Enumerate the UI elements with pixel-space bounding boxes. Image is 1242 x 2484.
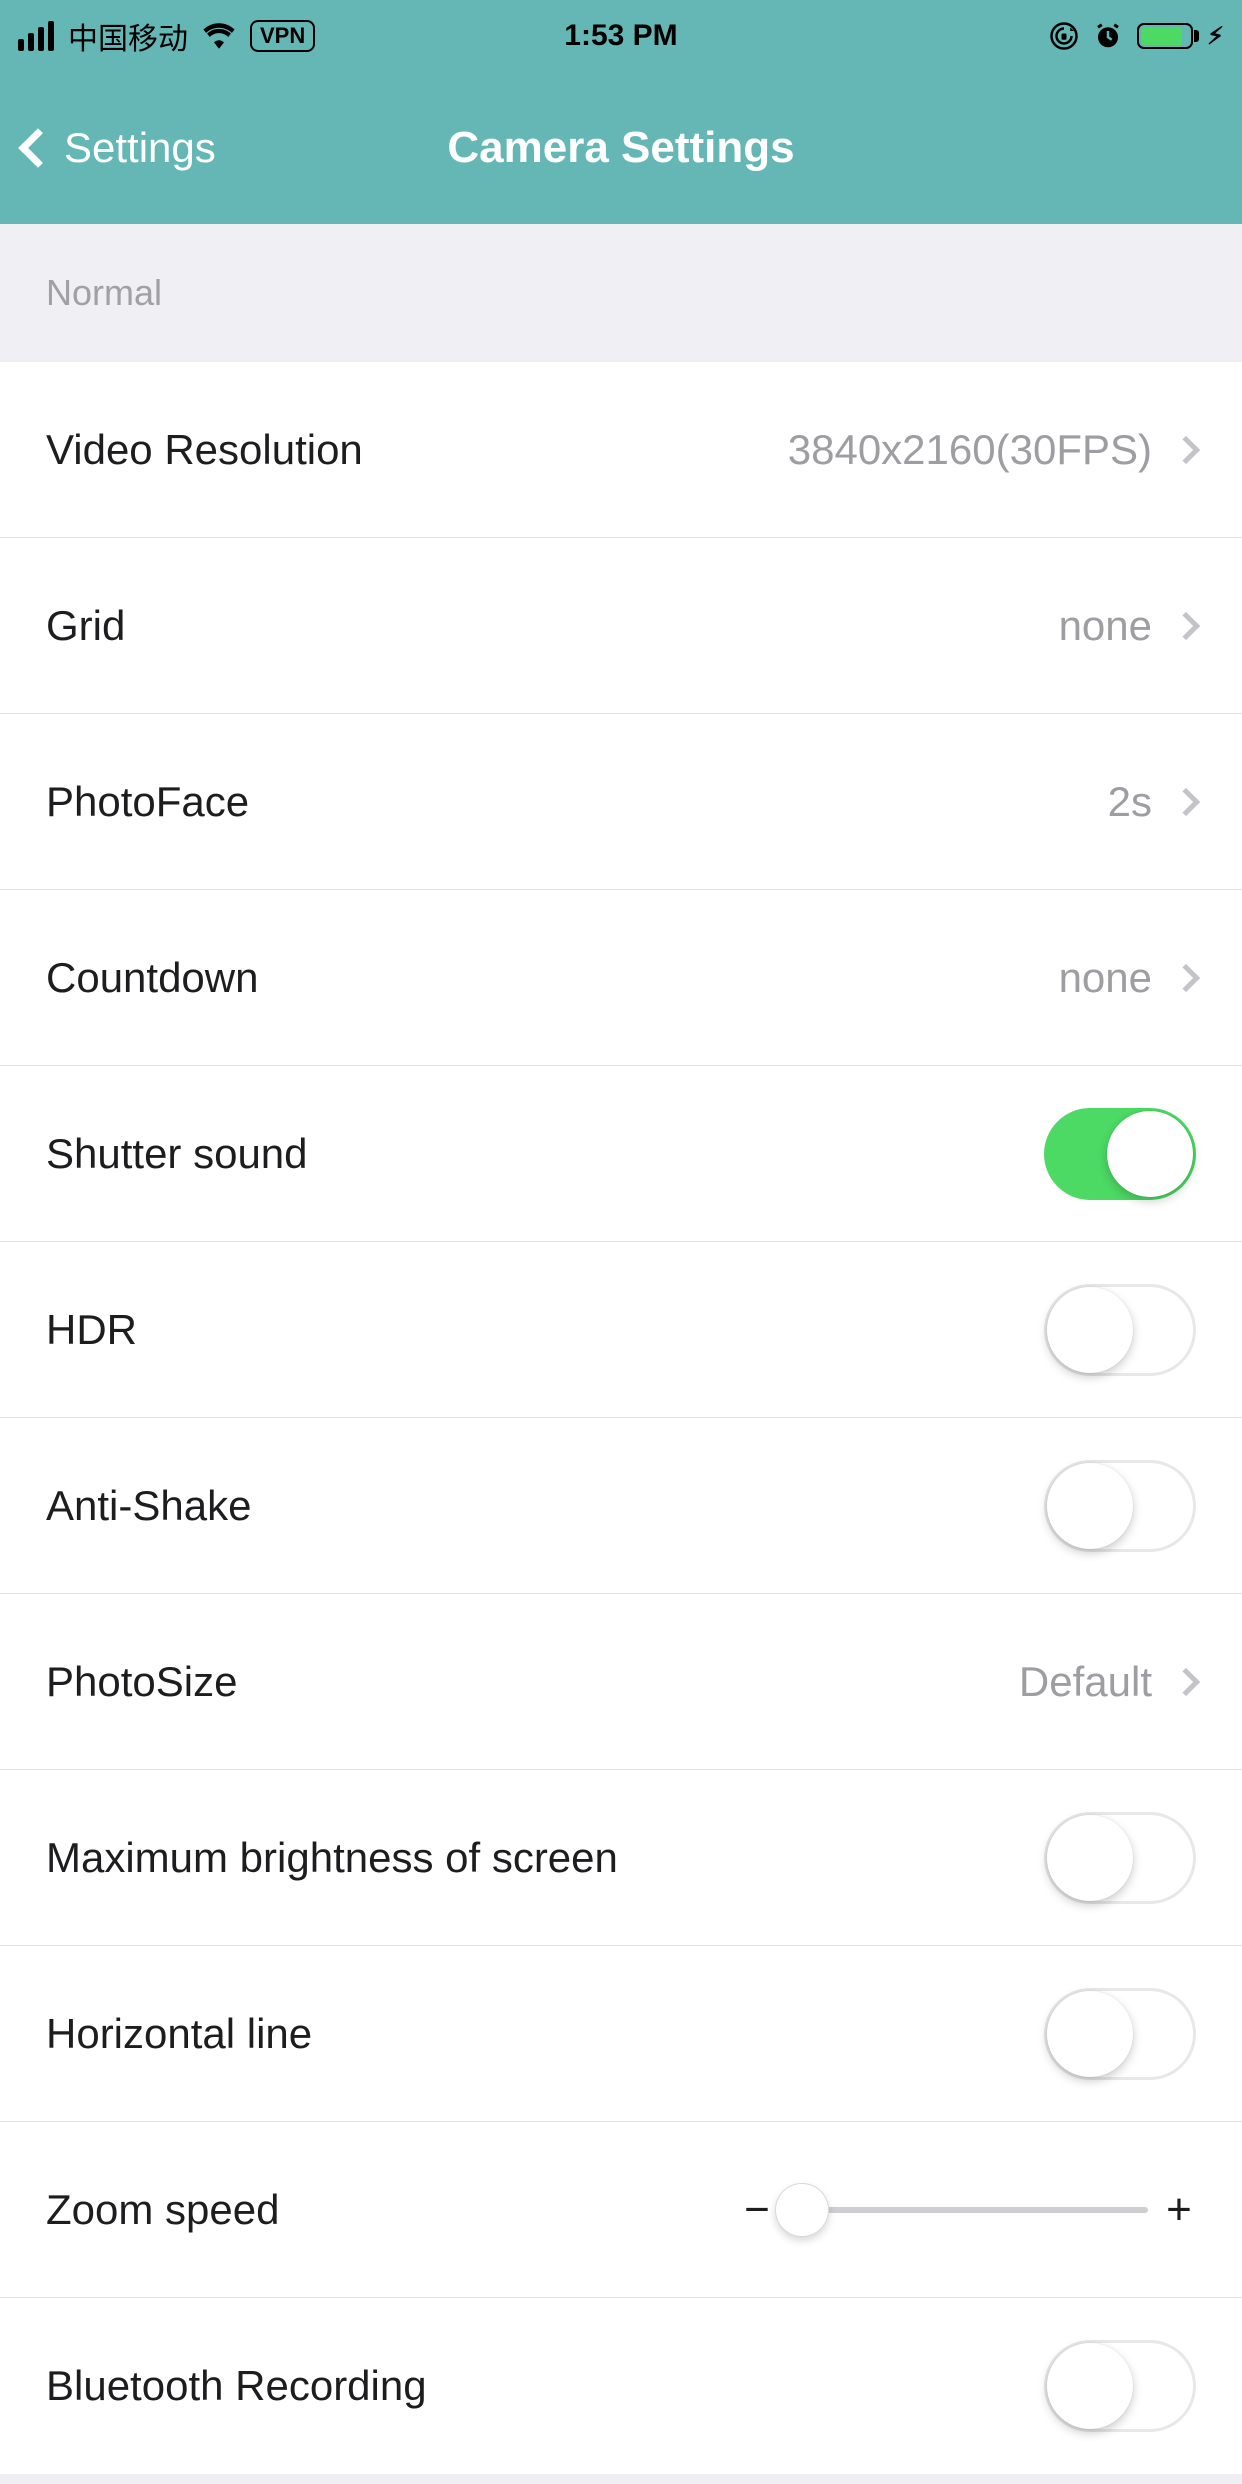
- row-label: Video Resolution: [46, 426, 363, 474]
- chevron-right-icon: [1172, 787, 1200, 815]
- status-bar: 中国移动 VPN 1:53 PM ⚡︎: [0, 0, 1242, 72]
- vpn-badge: VPN: [250, 20, 315, 52]
- toggle-hdr[interactable]: [1044, 1284, 1196, 1376]
- row-value: 3840x2160(30FPS): [788, 426, 1152, 474]
- status-left: 中国移动 VPN: [18, 14, 315, 58]
- back-label: Settings: [64, 124, 216, 172]
- cellular-signal-icon: [18, 21, 54, 51]
- charging-icon: ⚡︎: [1207, 22, 1224, 51]
- row-label: PhotoSize: [46, 1658, 237, 1706]
- nav-bar: Settings Camera Settings: [0, 72, 1242, 224]
- chevron-right-icon: [1172, 1667, 1200, 1695]
- chevron-left-icon: [18, 128, 58, 168]
- toggle-bluetooth-recording[interactable]: [1044, 2340, 1196, 2432]
- row-max-brightness: Maximum brightness of screen: [0, 1770, 1242, 1946]
- row-label: Countdown: [46, 954, 258, 1002]
- orientation-lock-icon: [1049, 21, 1079, 51]
- zoom-speed-slider[interactable]: [788, 2207, 1148, 2213]
- minus-icon[interactable]: −: [740, 2185, 774, 2235]
- section-header-normal: Normal: [0, 224, 1242, 362]
- settings-list: Video Resolution 3840x2160(30FPS) Grid n…: [0, 362, 1242, 2474]
- row-hdr: HDR: [0, 1242, 1242, 1418]
- row-label: HDR: [46, 1306, 137, 1354]
- row-horizontal-line: Horizontal line: [0, 1946, 1242, 2122]
- wifi-icon: [202, 19, 236, 53]
- battery-icon: [1137, 23, 1193, 49]
- back-button[interactable]: Settings: [0, 72, 216, 224]
- row-value: Default: [1019, 1658, 1152, 1706]
- row-photoface[interactable]: PhotoFace 2s: [0, 714, 1242, 890]
- row-label: PhotoFace: [46, 778, 249, 826]
- toggle-anti-shake[interactable]: [1044, 1460, 1196, 1552]
- row-video-resolution[interactable]: Video Resolution 3840x2160(30FPS): [0, 362, 1242, 538]
- row-label: Grid: [46, 602, 125, 650]
- row-label: Maximum brightness of screen: [46, 1834, 618, 1882]
- chevron-right-icon: [1172, 611, 1200, 639]
- chevron-right-icon: [1172, 963, 1200, 991]
- row-photo-size[interactable]: PhotoSize Default: [0, 1594, 1242, 1770]
- chevron-right-icon: [1172, 435, 1200, 463]
- row-value: 2s: [1108, 778, 1152, 826]
- carrier-label: 中国移动: [68, 14, 188, 58]
- row-grid[interactable]: Grid none: [0, 538, 1242, 714]
- row-label: Zoom speed: [46, 2186, 279, 2234]
- row-label: Bluetooth Recording: [46, 2362, 427, 2410]
- row-shutter-sound: Shutter sound: [0, 1066, 1242, 1242]
- row-bluetooth-recording: Bluetooth Recording: [0, 2298, 1242, 2474]
- toggle-shutter-sound[interactable]: [1044, 1108, 1196, 1200]
- plus-icon[interactable]: +: [1162, 2185, 1196, 2235]
- slider-thumb[interactable]: [775, 2183, 829, 2237]
- row-label: Horizontal line: [46, 2010, 312, 2058]
- row-anti-shake: Anti-Shake: [0, 1418, 1242, 1594]
- alarm-clock-icon: [1093, 21, 1123, 51]
- toggle-max-brightness[interactable]: [1044, 1812, 1196, 1904]
- row-value: none: [1059, 602, 1152, 650]
- row-label: Anti-Shake: [46, 1482, 251, 1530]
- row-label: Shutter sound: [46, 1130, 308, 1178]
- row-zoom-speed: Zoom speed − +: [0, 2122, 1242, 2298]
- status-right: ⚡︎: [1049, 21, 1224, 51]
- row-value: none: [1059, 954, 1152, 1002]
- bottom-spacer: [0, 2474, 1242, 2484]
- row-countdown[interactable]: Countdown none: [0, 890, 1242, 1066]
- toggle-horizontal-line[interactable]: [1044, 1988, 1196, 2080]
